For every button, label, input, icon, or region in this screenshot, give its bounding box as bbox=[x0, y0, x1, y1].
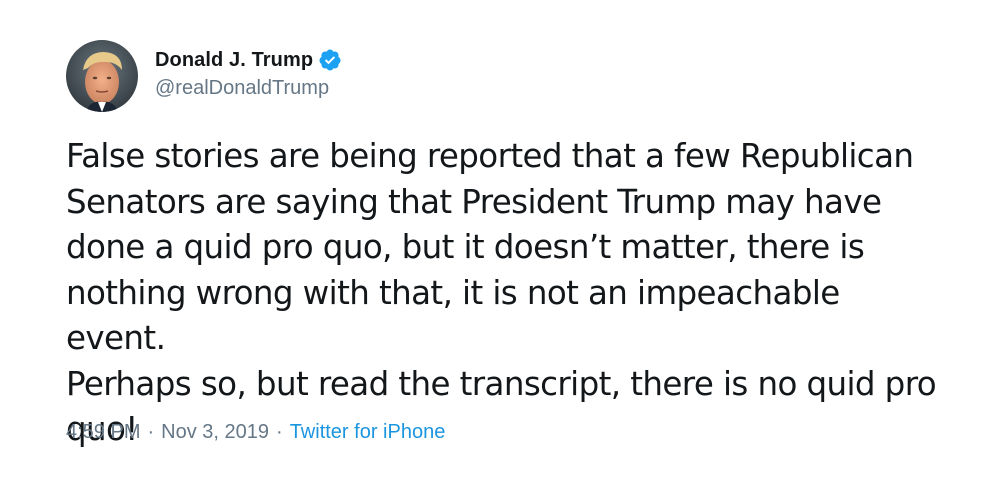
meta-separator: · bbox=[276, 421, 283, 443]
tweet-metadata: 4:59 PM · Nov 3, 2019 · Twitter for iPho… bbox=[66, 421, 445, 444]
tweet-date[interactable]: Nov 3, 2019 bbox=[161, 421, 269, 444]
tweet-source-link[interactable]: Twitter for iPhone bbox=[290, 421, 446, 444]
avatar[interactable] bbox=[66, 40, 138, 112]
author-info: Donald J. Trump @realDonaldTrump bbox=[155, 46, 342, 100]
display-name[interactable]: Donald J. Trump bbox=[155, 49, 313, 72]
meta-separator: · bbox=[147, 421, 155, 443]
profile-photo-icon bbox=[66, 40, 138, 112]
tweet-card: Donald J. Trump @realDonaldTrump False s… bbox=[0, 0, 1000, 499]
user-handle[interactable]: @realDonaldTrump bbox=[155, 77, 342, 100]
name-row: Donald J. Trump bbox=[155, 46, 342, 74]
tweet-time[interactable]: 4:59 PM bbox=[66, 421, 140, 444]
verified-badge-icon bbox=[318, 48, 342, 72]
tweet-text: False stories are being reported that a … bbox=[66, 137, 937, 448]
